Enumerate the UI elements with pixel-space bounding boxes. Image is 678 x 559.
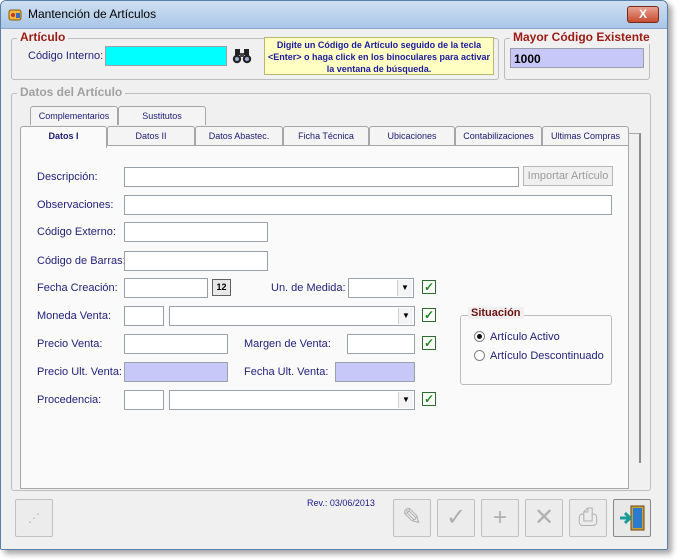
tab-complementarios[interactable]: Complementarios: [30, 106, 118, 125]
importar-articulo-button[interactable]: Importar Artículo: [523, 166, 613, 186]
radio-articulo-activo[interactable]: [474, 331, 485, 342]
binoculars-icon[interactable]: [232, 47, 252, 65]
margen-venta-label: Margen de Venta:: [244, 338, 331, 350]
precio-ult-venta-field: [124, 362, 228, 382]
articulo-group-title: Artículo: [17, 30, 69, 44]
articulo-descontinuado-label[interactable]: Artículo Descontinuado: [490, 350, 604, 362]
calendar-icon[interactable]: 12: [212, 279, 231, 296]
print-button[interactable]: ⎙: [569, 499, 607, 537]
fecha-creacion-input[interactable]: [124, 278, 208, 298]
tab-datos-ii[interactable]: Datos II: [107, 126, 195, 145]
size-grip-button[interactable]: ⋰: [15, 499, 53, 537]
chevron-down-icon: ▼: [397, 280, 412, 296]
title-bar[interactable]: Mantención de Artículos X: [1, 1, 667, 29]
moneda-venta-label: Moneda Venta:: [37, 310, 112, 322]
content-area: Artículo Código Interno: Digite un Códig…: [1, 29, 667, 549]
main-window: Mantención de Artículos X Artículo Códig…: [0, 0, 668, 550]
exit-door-icon: [620, 505, 645, 531]
codigo-externo-input[interactable]: [124, 222, 268, 242]
moneda-venta-check-icon[interactable]: ✓: [422, 308, 436, 322]
tab-ficha-tecnica[interactable]: Ficha Técnica: [283, 126, 369, 145]
precio-venta-input[interactable]: [124, 334, 228, 354]
un-medida-select[interactable]: ▼: [348, 278, 414, 298]
fecha-creacion-label: Fecha Creación:: [37, 282, 118, 294]
chevron-down-icon: ▼: [398, 392, 413, 408]
tab-datos-abastec[interactable]: Datos Abastec.: [195, 126, 283, 145]
datos-group-title: Datos del Artículo: [17, 85, 126, 99]
codigo-interno-input[interactable]: [105, 46, 227, 66]
search-hint: Digite un Código de Artículo seguido de …: [264, 37, 494, 75]
margen-venta-check-icon[interactable]: ✓: [422, 336, 436, 350]
articulo-activo-label[interactable]: Artículo Activo: [490, 331, 560, 343]
moneda-venta-select[interactable]: ▼: [169, 306, 415, 326]
precio-ult-venta-label: Precio Ult. Venta:: [37, 366, 122, 378]
codigo-barras-input[interactable]: [124, 251, 268, 271]
codigo-interno-label: Código Interno:: [28, 50, 104, 62]
tab-ubicaciones[interactable]: Ubicaciones: [369, 126, 455, 145]
situacion-title: Situación: [468, 307, 524, 319]
un-medida-label: Un. de Medida:: [271, 282, 346, 294]
margen-venta-input[interactable]: [347, 334, 415, 354]
app-icon: [8, 9, 22, 21]
close-button[interactable]: X: [627, 6, 659, 23]
delete-button[interactable]: ✕: [525, 499, 563, 537]
accept-button[interactable]: ✓: [437, 499, 475, 537]
observaciones-label: Observaciones:: [37, 199, 114, 211]
mayor-codigo-field: 1000: [510, 48, 644, 68]
precio-venta-label: Precio Venta:: [37, 338, 103, 350]
codigo-externo-label: Código Externo:: [37, 226, 116, 238]
revision-label: Rev.: 03/06/2013: [307, 498, 375, 508]
observaciones-input[interactable]: [124, 195, 612, 215]
add-button[interactable]: +: [481, 499, 519, 537]
procedencia-code-input[interactable]: [124, 390, 164, 410]
fecha-ult-venta-label: Fecha Ult. Venta:: [244, 366, 329, 378]
chevron-down-icon: ▼: [398, 308, 413, 324]
radio-articulo-descontinuado[interactable]: [474, 350, 485, 361]
procedencia-label: Procedencia:: [37, 394, 102, 406]
eraser-button[interactable]: ✎: [393, 499, 431, 537]
descripcion-input[interactable]: [124, 167, 519, 187]
codigo-barras-label: Código de Barras:: [37, 255, 126, 267]
tab-ultimas-compras[interactable]: Ultimas Compras: [542, 126, 629, 145]
window-title: Mantención de Artículos: [28, 7, 157, 21]
tab-contabilizaciones[interactable]: Contabilizaciones: [455, 126, 542, 145]
mayor-codigo-title: Mayor Código Existente: [510, 30, 653, 44]
fecha-ult-venta-field: [335, 362, 415, 382]
procedencia-select[interactable]: ▼: [169, 390, 415, 410]
procedencia-check-icon[interactable]: ✓: [422, 392, 436, 406]
tab-sustitutos[interactable]: Sustitutos: [118, 106, 206, 125]
exit-button[interactable]: [613, 499, 651, 537]
tab-datos-i[interactable]: Datos I: [20, 126, 107, 148]
descripcion-label: Descripción:: [37, 171, 98, 183]
tab-stack-edge: [629, 133, 641, 463]
moneda-venta-code-input[interactable]: [124, 306, 164, 326]
un-medida-check-icon[interactable]: ✓: [422, 280, 436, 294]
